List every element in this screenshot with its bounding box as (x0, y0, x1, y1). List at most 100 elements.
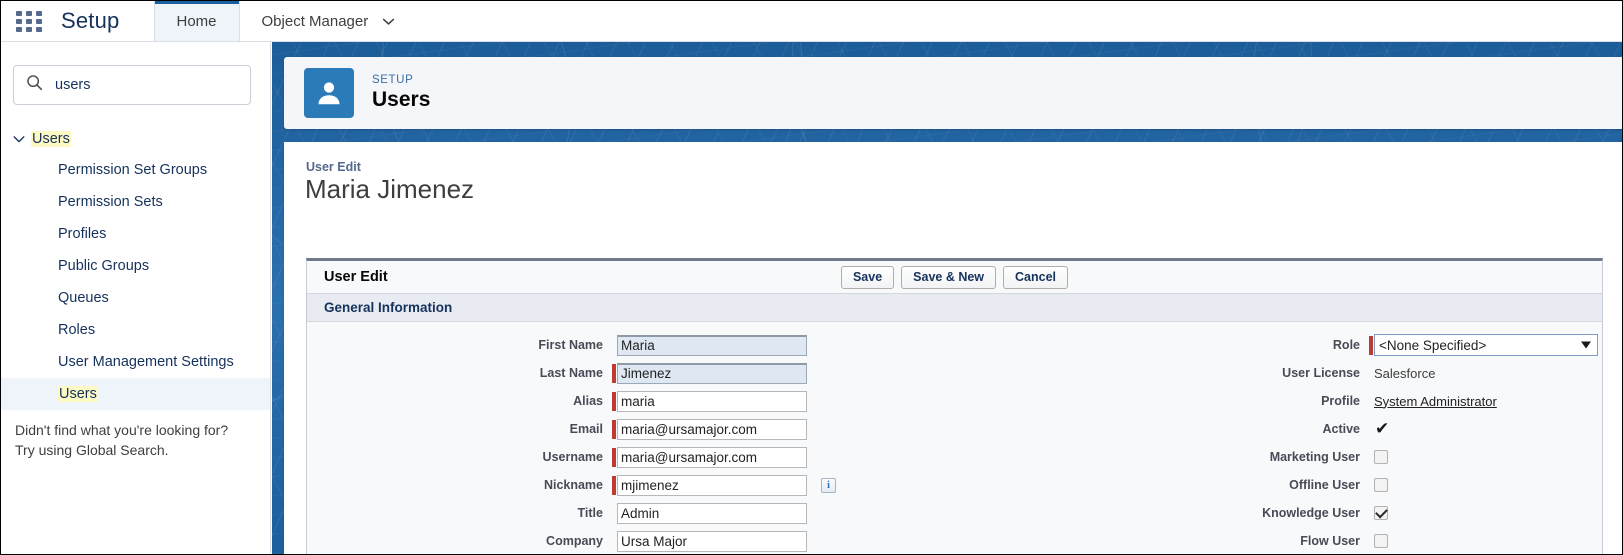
required-marker (1369, 364, 1373, 383)
field-row-last-name: Last Name (307, 359, 867, 387)
nickname-input[interactable] (617, 474, 807, 496)
field-label-last-name: Last Name (539, 366, 603, 380)
quick-find-box[interactable] (13, 65, 251, 105)
panel-header: User Edit Save Save & New Cancel (307, 261, 1602, 294)
sidebar-item-label: User Management Settings (58, 354, 234, 370)
sidebar-footer-line-2: Try using Global Search. (15, 442, 169, 458)
main-content-area: SETUP Users User Edit Maria Jimenez User… (272, 42, 1622, 554)
save-button[interactable]: Save (840, 265, 895, 289)
knowledge-user-checkbox[interactable] (1374, 506, 1388, 520)
field-label-active: Active (1322, 422, 1360, 436)
role-select[interactable]: <None Specified> (1374, 334, 1598, 356)
search-icon (26, 74, 43, 96)
required-marker (1369, 532, 1373, 551)
setup-tree: Users Permission Set Groups Permission S… (1, 124, 270, 410)
tab-object-manager[interactable]: Object Manager (240, 1, 418, 41)
field-label-flow-user: Flow User (1300, 534, 1360, 548)
save-and-new-button[interactable]: Save & New (901, 265, 997, 289)
user-edit-form: First Name Last Name (307, 322, 1604, 554)
email-input[interactable] (617, 418, 807, 440)
sidebar-item-label: Users (58, 386, 98, 402)
sidebar-item-public-groups[interactable]: Public Groups (1, 250, 270, 282)
field-label-nickname: Nickname (543, 478, 603, 492)
chevron-down-icon (382, 15, 395, 28)
sidebar-item-label: Roles (58, 322, 96, 338)
field-label-first-name: First Name (538, 338, 603, 352)
cancel-button[interactable]: Cancel (1003, 265, 1069, 289)
record-header-card: SETUP Users (284, 57, 1622, 129)
tree-root-label: Users (31, 131, 71, 147)
role-select-value: <None Specified> (1379, 337, 1487, 353)
field-row-role: Role <None Specified> (1207, 331, 1604, 359)
field-row-email: Email (307, 415, 867, 443)
setup-tabs: Home Object Manager (153, 1, 418, 41)
flow-user-checkbox[interactable] (1374, 534, 1388, 548)
username-input[interactable] (617, 446, 807, 468)
profile-link[interactable]: System Administrator (1374, 394, 1497, 409)
alias-input[interactable] (617, 390, 807, 412)
form-column-right: Role <None Specified> User License Sales… (1207, 331, 1604, 554)
field-row-profile: Profile System Administrator (1207, 387, 1604, 415)
field-label-alias: Alias (573, 394, 603, 408)
user-edit-panel: User Edit Save Save & New Cancel General… (306, 258, 1604, 554)
required-marker (1369, 335, 1373, 355)
record-header-eyebrow: SETUP (372, 74, 414, 86)
sidebar-footer-note: Didn't find what you're looking for? Try… (15, 420, 265, 460)
panel-button-bar: Save Save & New Cancel (307, 265, 1602, 289)
field-row-active: Active ✔ (1207, 415, 1604, 443)
user-avatar-icon (304, 68, 354, 118)
field-row-marketing-user: Marketing User (1207, 443, 1604, 471)
required-marker (612, 532, 616, 551)
field-row-knowledge-user: Knowledge User (1207, 499, 1604, 527)
global-header: Setup Home Object Manager (1, 1, 1622, 42)
required-marker (612, 475, 616, 495)
offline-user-checkbox[interactable] (1374, 478, 1388, 492)
section-title: General Information (324, 300, 453, 315)
required-marker (1369, 476, 1373, 495)
app-launcher-button[interactable] (1, 1, 57, 41)
required-marker (1369, 448, 1373, 467)
company-input[interactable] (617, 530, 807, 552)
sidebar-item-user-management-settings[interactable]: User Management Settings (1, 346, 270, 378)
field-row-title: Title (307, 499, 867, 527)
field-row-alias: Alias (307, 387, 867, 415)
marketing-user-checkbox[interactable] (1374, 450, 1388, 464)
active-check-mark-icon: ✔ (1375, 419, 1390, 438)
info-icon[interactable]: i (821, 477, 836, 493)
required-marker (1369, 392, 1373, 411)
first-name-input[interactable] (617, 334, 807, 356)
field-label-profile: Profile (1321, 394, 1360, 408)
tree-node-users-root[interactable]: Users (1, 124, 270, 154)
field-label-user-license: User License (1282, 366, 1360, 380)
field-row-company: Company (307, 527, 867, 554)
sidebar-item-label: Queues (58, 290, 109, 306)
form-column-left: First Name Last Name (307, 331, 867, 554)
field-row-username: Username (307, 443, 867, 471)
sidebar-item-profiles[interactable]: Profiles (1, 218, 270, 250)
field-label-username: Username (542, 450, 603, 464)
sidebar-item-roles[interactable]: Roles (1, 314, 270, 346)
title-input[interactable] (617, 502, 807, 524)
field-row-offline-user: Offline User (1207, 471, 1604, 499)
chevron-down-icon[interactable] (7, 132, 31, 146)
sidebar-item-users[interactable]: Users (1, 378, 270, 410)
tab-home-label: Home (176, 12, 217, 30)
app-window: Setup Home Object Manager users Users Pe… (0, 0, 1623, 555)
field-label-title: Title (577, 506, 603, 520)
required-marker (612, 363, 616, 383)
sidebar-item-label: Permission Sets (58, 194, 163, 210)
sidebar-item-permission-sets[interactable]: Permission Sets (1, 186, 270, 218)
search-input[interactable] (53, 76, 233, 94)
sidebar-item-queues[interactable]: Queues (1, 282, 270, 314)
setup-label: Setup (61, 8, 120, 33)
tab-home[interactable]: Home (153, 1, 240, 41)
required-marker (1369, 420, 1373, 439)
required-marker (612, 391, 616, 411)
tab-object-manager-label: Object Manager (261, 12, 369, 30)
field-label-email: Email (569, 422, 603, 436)
required-marker (612, 336, 616, 355)
last-name-input[interactable] (617, 362, 807, 384)
sidebar-item-permission-set-groups[interactable]: Permission Set Groups (1, 154, 270, 186)
required-marker (612, 419, 616, 439)
required-marker (612, 504, 616, 523)
